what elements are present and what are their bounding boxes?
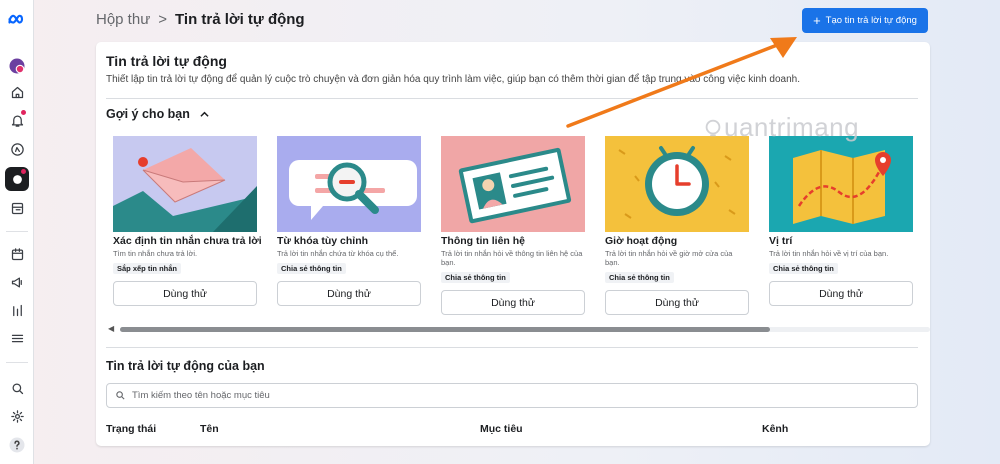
suggestions-label: Gợi ý cho bạn [106, 107, 190, 121]
template-title: Từ khóa tùy chỉnh [277, 235, 369, 247]
watermark: uantrimang [702, 112, 859, 143]
create-auto-reply-label: Tạo tin trả lời tự động [825, 15, 917, 26]
megaphone-icon[interactable] [5, 270, 29, 294]
scroll-left-icon[interactable]: ◀ [108, 324, 114, 333]
breadcrumb-separator: > [158, 11, 168, 28]
template-card: Vị trí Trả lời tin nhắn hỏi về vị trí củ… [769, 136, 913, 306]
search-icon [116, 391, 125, 400]
suggestions-toggle[interactable]: Gợi ý cho bạn [106, 107, 209, 121]
page-description: Thiết lập tin trả lời tự động để quản lý… [106, 74, 801, 85]
location-map-illustration [769, 136, 913, 232]
template-tag: Chia sẻ thông tin [769, 263, 838, 274]
try-button[interactable]: Dùng thử [441, 290, 585, 315]
calendar-icon[interactable] [5, 242, 29, 266]
column-header-channel[interactable]: Kênh [762, 423, 788, 435]
search-icon[interactable] [5, 376, 29, 400]
template-tag: Chia sẻ thông tin [277, 263, 346, 274]
watermark-text: uantrimang [724, 112, 860, 142]
content-icon[interactable] [5, 196, 29, 220]
notifications-icon[interactable] [5, 108, 29, 132]
template-description: Tìm tin nhắn chưa trả lời. [113, 249, 198, 258]
help-icon[interactable] [5, 433, 29, 457]
main-card: Tin trả lời tự động Thiết lập tin trả lờ… [96, 42, 930, 446]
page-title: Tin trả lời tự động [106, 53, 227, 69]
template-title: Thông tin liên hệ [441, 235, 525, 247]
template-title: Xác định tin nhắn chưa trả lời [113, 235, 262, 247]
insights-icon[interactable] [5, 298, 29, 322]
settings-icon[interactable] [5, 404, 29, 428]
breadcrumb-inbox[interactable]: Hộp thư [96, 11, 150, 28]
template-card: Xác định tin nhắn chưa trả lời Tìm tin n… [113, 136, 262, 306]
try-button[interactable]: Dùng thử [113, 281, 257, 306]
template-tag: Sắp xếp tin nhắn [113, 263, 182, 274]
contact-info-illustration [441, 136, 585, 232]
lightbulb-logo-icon [705, 119, 721, 137]
template-description: Trả lời tin nhắn hỏi về vị trí của bạn. [769, 249, 889, 258]
template-title: Giờ hoạt động [605, 235, 678, 247]
template-card: Giờ hoạt động Trả lời tin nhắn hỏi về gi… [605, 136, 749, 315]
chevron-up-icon [200, 111, 209, 117]
left-sidebar [0, 0, 34, 464]
horizontal-scrollbar-thumb[interactable] [120, 327, 770, 332]
column-header-status[interactable]: Trạng thái [106, 423, 156, 435]
meta-logo-icon[interactable] [5, 8, 29, 32]
template-tag: Chia sẻ thông tin [605, 272, 674, 283]
template-description: Trả lời tin nhắn chứa từ khóa cụ thể. [277, 249, 399, 258]
your-auto-replies-heading: Tin trả lời tự động của bạn [106, 359, 265, 373]
template-tag: Chia sẻ thông tin [441, 272, 510, 283]
template-card: Thông tin liên hệ Trả lời tin nhắn hỏi v… [441, 136, 585, 315]
column-header-goal[interactable]: Mục tiêu [480, 423, 523, 435]
compass-icon[interactable] [5, 137, 29, 161]
clock-illustration [605, 136, 749, 232]
menu-icon[interactable] [5, 326, 29, 350]
keyword-illustration [277, 136, 421, 232]
breadcrumb-current: Tin trả lời tự động [175, 11, 305, 28]
create-auto-reply-button[interactable]: + Tạo tin trả lời tự động [802, 8, 928, 33]
template-description: Trả lời tin nhắn hỏi về giờ mở cửa của b… [605, 249, 733, 267]
try-button[interactable]: Dùng thử [605, 290, 749, 315]
search-field[interactable] [106, 383, 918, 408]
template-description: Trả lời tin nhắn hỏi về thông tin liên h… [441, 249, 583, 267]
profile-avatar-icon[interactable] [5, 54, 29, 78]
template-title: Vị trí [769, 235, 793, 247]
search-input[interactable] [132, 390, 892, 401]
template-card: Từ khóa tùy chỉnh Trả lời tin nhắn chứa … [277, 136, 421, 306]
unread-message-illustration [113, 136, 257, 232]
plus-icon: + [813, 13, 821, 28]
inbox-icon[interactable] [5, 167, 29, 191]
try-button[interactable]: Dùng thử [277, 281, 421, 306]
try-button[interactable]: Dùng thử [769, 281, 913, 306]
home-icon[interactable] [5, 80, 29, 104]
breadcrumb: Hộp thư > Tin trả lời tự động [96, 11, 305, 28]
column-header-name[interactable]: Tên [200, 423, 219, 435]
